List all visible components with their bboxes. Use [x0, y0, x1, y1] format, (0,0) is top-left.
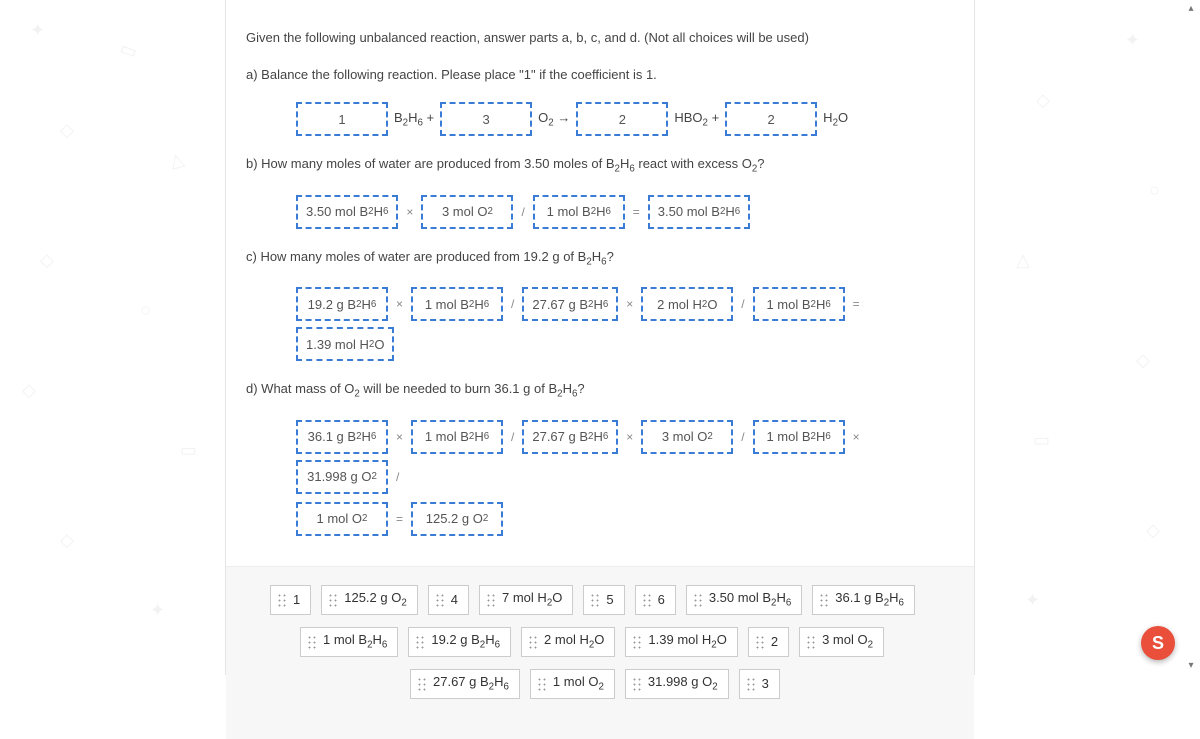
part-b-work: 3.50 mol B2H6 × 3 mol O2 / 1 mol B2H6 = …: [296, 195, 954, 229]
question-card: Given the following unbalanced reaction,…: [225, 0, 975, 675]
bank-row-2: 1 mol B2H6 19.2 g B2H6 2 mol H2O 1.39 mol H…: [250, 627, 950, 657]
bank-tile[interactable]: 31.998 g O2: [625, 669, 729, 699]
part-c-work: 19.2 g B2H6 × 1 mol B2H6 / 27.67 g B2H6 …: [296, 287, 954, 361]
op-div: /: [519, 205, 526, 219]
bank-tile[interactable]: 1: [270, 585, 311, 615]
part-d-work-2: 1 mol O2 = 125.2 g O2: [296, 502, 954, 536]
label-b2h6: B2H6 +: [394, 110, 434, 129]
scrollbar[interactable]: ▴ ▾: [1184, 0, 1198, 675]
grip-icon: [415, 635, 425, 649]
part-d-prompt: d) What mass of O2 will be needed to bur…: [246, 381, 954, 400]
op-times: ×: [404, 205, 415, 219]
blank-c6[interactable]: 1.39 mol H2O: [296, 327, 394, 361]
part-d-work-1: 36.1 g B2H6 × 1 mol B2H6 / 27.67 g B2H6 …: [296, 420, 954, 494]
blank-d3[interactable]: 27.67 g B2H6: [522, 420, 618, 454]
grip-icon: [755, 635, 765, 649]
blank-d8[interactable]: 125.2 g O2: [411, 502, 503, 536]
bank-tile[interactable]: 1 mol B2H6: [300, 627, 398, 657]
blank-a1[interactable]: 1: [296, 102, 388, 136]
blank-d4[interactable]: 3 mol O2: [641, 420, 733, 454]
blank-c5[interactable]: 1 mol B2H6: [753, 287, 845, 321]
blank-b3[interactable]: 1 mol B2H6: [533, 195, 625, 229]
bank-tile[interactable]: 4: [428, 585, 469, 615]
grip-icon: [277, 593, 287, 607]
grip-icon: [642, 593, 652, 607]
grip-icon: [307, 635, 317, 649]
grip-icon: [590, 593, 600, 607]
question-intro: Given the following unbalanced reaction,…: [246, 30, 954, 45]
answer-bank: 1 125.2 g O2 4 7 mol H2O 56 3.50 mol B2H6 36.1…: [226, 566, 974, 739]
blank-c2[interactable]: 1 mol B2H6: [411, 287, 503, 321]
blank-a3[interactable]: 2: [576, 102, 668, 136]
part-a-prompt: a) Balance the following reaction. Pleas…: [246, 67, 954, 82]
bank-tile[interactable]: 7 mol H2O: [479, 585, 573, 615]
bank-tile[interactable]: 19.2 g B2H6: [408, 627, 511, 657]
blank-a4[interactable]: 2: [725, 102, 817, 136]
bank-tile[interactable]: 3 mol O2: [799, 627, 884, 657]
bank-tile[interactable]: 27.67 g B2H6: [410, 669, 520, 699]
grip-icon: [486, 593, 496, 607]
bank-tile[interactable]: 5: [583, 585, 624, 615]
scroll-down-icon[interactable]: ▾: [1184, 659, 1198, 673]
grip-icon: [528, 635, 538, 649]
blank-b4[interactable]: 3.50 mol B2H6: [648, 195, 750, 229]
label-o2: O2 →: [538, 110, 570, 129]
blank-d7[interactable]: 1 mol O2: [296, 502, 388, 536]
part-b-prompt: b) How many moles of water are produced …: [246, 156, 954, 175]
bank-tile[interactable]: 1.39 mol H2O: [625, 627, 737, 657]
grip-icon: [632, 677, 642, 691]
bank-tile[interactable]: 2: [748, 627, 789, 657]
scroll-up-icon[interactable]: ▴: [1184, 2, 1198, 16]
bank-tile[interactable]: 3.50 mol B2H6: [686, 585, 802, 615]
support-badge[interactable]: S: [1141, 626, 1175, 660]
grip-icon: [693, 593, 703, 607]
grip-icon: [632, 635, 642, 649]
grip-icon: [435, 593, 445, 607]
blank-d1[interactable]: 36.1 g B2H6: [296, 420, 388, 454]
grip-icon: [537, 677, 547, 691]
grip-icon: [806, 635, 816, 649]
grip-icon: [328, 593, 338, 607]
op-eq: =: [631, 205, 642, 219]
bank-row-1: 1 125.2 g O2 4 7 mol H2O 56 3.50 mol B2H6 36.1…: [250, 585, 950, 615]
bank-tile[interactable]: 36.1 g B2H6: [812, 585, 915, 615]
blank-d6[interactable]: 31.998 g O2: [296, 460, 388, 494]
bank-tile[interactable]: 2 mol H2O: [521, 627, 615, 657]
bank-row-3: 27.67 g B2H6 1 mol O2 31.998 g O2 3: [250, 669, 950, 699]
grip-icon: [746, 677, 756, 691]
blank-b1[interactable]: 3.50 mol B2H6: [296, 195, 398, 229]
label-hbo2: HBO2 +: [674, 110, 719, 129]
blank-c1[interactable]: 19.2 g B2H6: [296, 287, 388, 321]
grip-icon: [417, 677, 427, 691]
blank-c3[interactable]: 27.67 g B2H6: [522, 287, 618, 321]
part-c-prompt: c) How many moles of water are produced …: [246, 249, 954, 268]
part-a-equation: 1 B2H6 + 3 O2 → 2 HBO2 + 2 H2O: [296, 102, 954, 136]
blank-b2[interactable]: 3 mol O2: [421, 195, 513, 229]
bank-tile[interactable]: 1 mol O2: [530, 669, 615, 699]
bank-tile[interactable]: 3: [739, 669, 780, 699]
grip-icon: [819, 593, 829, 607]
blank-c4[interactable]: 2 mol H2O: [641, 287, 733, 321]
blank-d2[interactable]: 1 mol B2H6: [411, 420, 503, 454]
label-h2o: H2O: [823, 110, 848, 129]
blank-a2[interactable]: 3: [440, 102, 532, 136]
bank-tile[interactable]: 125.2 g O2: [321, 585, 418, 615]
blank-d5[interactable]: 1 mol B2H6: [753, 420, 845, 454]
bank-tile[interactable]: 6: [635, 585, 676, 615]
